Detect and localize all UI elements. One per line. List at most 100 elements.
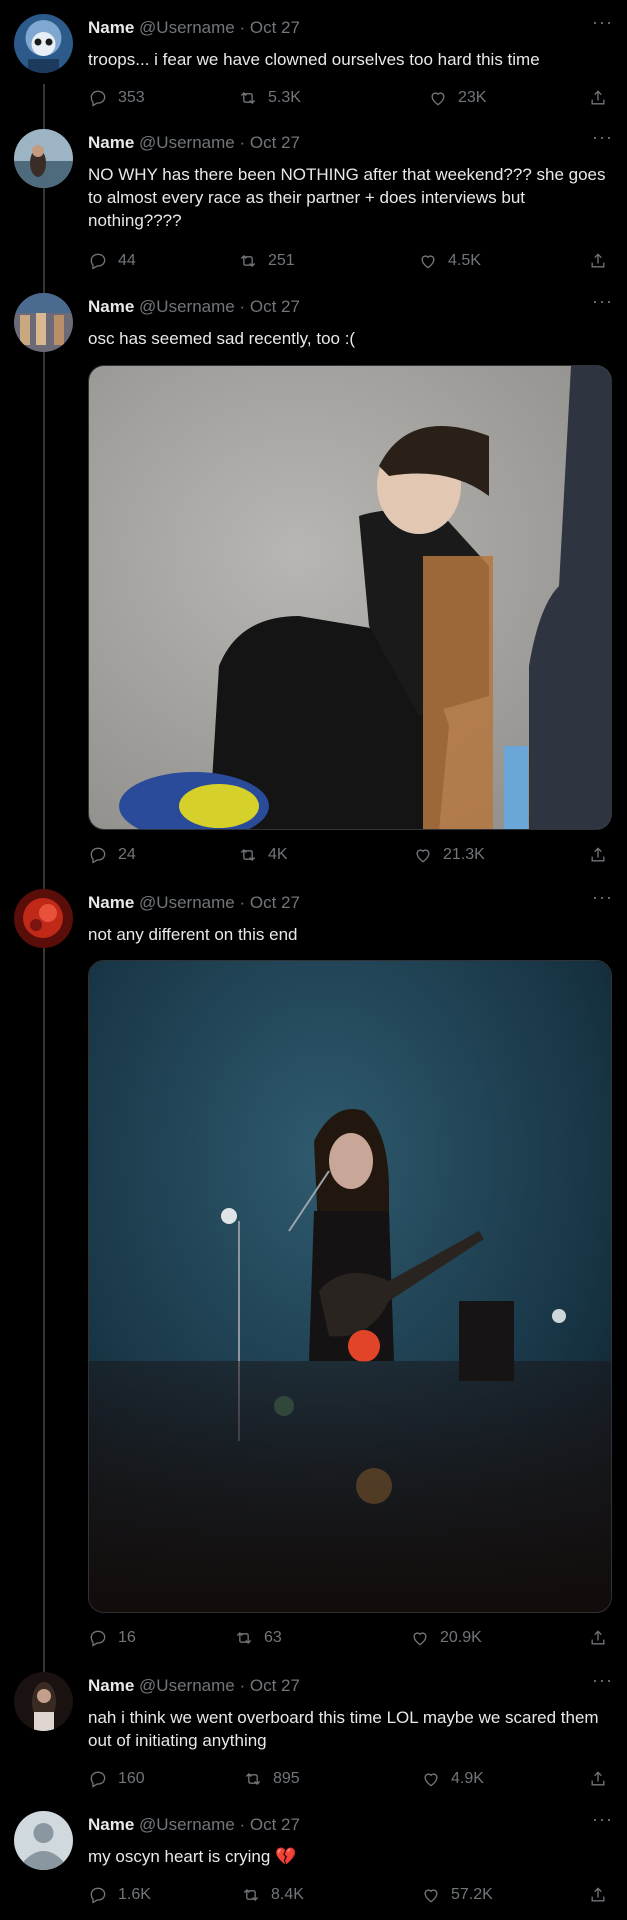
tweet-photo[interactable] bbox=[88, 960, 612, 1613]
retweet-icon bbox=[240, 849, 256, 861]
tweet-header: Name @Username · Oct 27 bbox=[88, 893, 300, 912]
reply-icon bbox=[90, 1630, 106, 1647]
reply-count: 353 bbox=[118, 89, 145, 106]
timestamp[interactable]: Oct 27 bbox=[250, 133, 300, 152]
share-button[interactable] bbox=[588, 1628, 608, 1653]
like-button[interactable]: 4.5K bbox=[418, 251, 481, 271]
retweet-button[interactable]: 63 bbox=[234, 1628, 282, 1648]
like-count: 4.9K bbox=[451, 1770, 484, 1787]
like-button[interactable]: 23K bbox=[428, 88, 486, 108]
share-icon bbox=[591, 90, 605, 105]
reply-icon bbox=[90, 847, 106, 864]
reply-button[interactable]: 24 bbox=[88, 845, 136, 865]
username[interactable]: @Username bbox=[139, 893, 235, 912]
share-icon bbox=[591, 1887, 605, 1902]
reply-count: 16 bbox=[118, 1629, 136, 1646]
share-button[interactable] bbox=[588, 1769, 608, 1794]
retweet-button[interactable]: 5.3K bbox=[238, 88, 301, 108]
username[interactable]: @Username bbox=[139, 133, 235, 152]
tweet-3[interactable]: Name @Username · Oct 27 ··· osc has seem… bbox=[0, 291, 627, 877]
retweet-icon bbox=[236, 1632, 252, 1644]
share-button[interactable] bbox=[588, 88, 608, 113]
username[interactable]: @Username bbox=[139, 1815, 235, 1834]
like-button[interactable]: 21.3K bbox=[413, 845, 485, 865]
like-button[interactable]: 4.9K bbox=[421, 1769, 484, 1789]
retweet-count: 895 bbox=[273, 1770, 300, 1787]
share-icon bbox=[591, 1630, 605, 1645]
reply-count: 44 bbox=[118, 252, 136, 269]
tweet-photo[interactable] bbox=[88, 365, 612, 830]
more-options-icon[interactable]: ··· bbox=[592, 1670, 613, 1691]
display-name[interactable]: Name bbox=[88, 1815, 134, 1834]
reply-button[interactable]: 160 bbox=[88, 1769, 145, 1789]
tweet-4[interactable]: Name @Username · Oct 27 ··· not any diff… bbox=[0, 887, 627, 1653]
timestamp[interactable]: Oct 27 bbox=[250, 1676, 300, 1695]
reply-icon bbox=[90, 90, 106, 107]
timestamp[interactable]: Oct 27 bbox=[250, 297, 300, 316]
tweet-header: Name @Username · Oct 27 bbox=[88, 18, 300, 37]
retweet-count: 8.4K bbox=[271, 1886, 304, 1903]
tweet-text: my oscyn heart is crying 💔 bbox=[88, 1847, 297, 1866]
tweet-text: NO WHY has there been NOTHING after that… bbox=[88, 165, 606, 230]
retweet-count: 63 bbox=[264, 1629, 282, 1646]
retweet-icon bbox=[243, 1889, 259, 1901]
share-button[interactable] bbox=[588, 845, 608, 870]
like-button[interactable]: 57.2K bbox=[421, 1885, 493, 1905]
heart-icon bbox=[431, 92, 445, 106]
retweet-count: 5.3K bbox=[268, 89, 301, 106]
share-button[interactable] bbox=[588, 251, 608, 276]
display-name[interactable]: Name bbox=[88, 133, 134, 152]
like-button[interactable]: 20.9K bbox=[410, 1628, 482, 1648]
display-name[interactable]: Name bbox=[88, 18, 134, 37]
tweet-actions: 1.6K 8.4K 57.2K bbox=[88, 1885, 608, 1909]
timestamp[interactable]: Oct 27 bbox=[250, 1815, 300, 1834]
more-options-icon[interactable]: ··· bbox=[592, 1809, 613, 1830]
retweet-button[interactable]: 8.4K bbox=[241, 1885, 304, 1905]
tweet-text: osc has seemed sad recently, too :( bbox=[88, 329, 356, 348]
tweet-actions: 160 895 4.9K bbox=[88, 1769, 608, 1793]
timestamp[interactable]: Oct 27 bbox=[250, 893, 300, 912]
more-options-icon[interactable]: ··· bbox=[592, 127, 613, 148]
reply-count: 1.6K bbox=[118, 1886, 151, 1903]
reply-button[interactable]: 16 bbox=[88, 1628, 136, 1648]
retweet-button[interactable]: 895 bbox=[243, 1769, 300, 1789]
like-count: 57.2K bbox=[451, 1886, 493, 1903]
share-button[interactable] bbox=[588, 1885, 608, 1910]
tweet-6[interactable]: Name @Username · Oct 27 ··· my oscyn hea… bbox=[0, 1809, 627, 1915]
username[interactable]: @Username bbox=[139, 1676, 235, 1695]
more-options-icon[interactable]: ··· bbox=[592, 291, 613, 312]
reply-button[interactable]: 1.6K bbox=[88, 1885, 151, 1905]
tweet-actions: 44 251 4.5K bbox=[88, 251, 608, 275]
tweet-5[interactable]: Name @Username · Oct 27 ··· nah i think … bbox=[0, 1670, 627, 1796]
display-name[interactable]: Name bbox=[88, 893, 134, 912]
username[interactable]: @Username bbox=[139, 18, 235, 37]
display-name[interactable]: Name bbox=[88, 1676, 134, 1695]
timestamp[interactable]: Oct 27 bbox=[250, 18, 300, 37]
more-options-icon[interactable]: ··· bbox=[592, 12, 613, 33]
reply-count: 160 bbox=[118, 1770, 145, 1787]
avatar[interactable] bbox=[14, 889, 73, 948]
avatar[interactable] bbox=[14, 129, 73, 188]
avatar[interactable] bbox=[14, 14, 73, 73]
retweet-button[interactable]: 4K bbox=[238, 845, 288, 865]
tweet-text: troops... i fear we have clowned ourselv… bbox=[88, 50, 540, 69]
tweet-2[interactable]: Name @Username · Oct 27 ··· NO WHY has t… bbox=[0, 127, 627, 283]
reply-button[interactable]: 44 bbox=[88, 251, 136, 271]
tweet-1[interactable]: Name @Username · Oct 27 ··· troops... i … bbox=[0, 12, 627, 118]
more-options-icon[interactable]: ··· bbox=[592, 887, 613, 908]
broken-heart-emoji: 💔 bbox=[275, 1847, 297, 1866]
reply-icon bbox=[90, 1887, 106, 1904]
default-avatar[interactable] bbox=[14, 1811, 73, 1870]
username[interactable]: @Username bbox=[139, 297, 235, 316]
reply-icon bbox=[90, 1771, 106, 1788]
tweet-header: Name @Username · Oct 27 bbox=[88, 133, 300, 152]
tweet-header: Name @Username · Oct 27 bbox=[88, 1676, 300, 1695]
display-name[interactable]: Name bbox=[88, 297, 134, 316]
avatar[interactable] bbox=[14, 293, 73, 352]
retweet-icon bbox=[240, 255, 256, 267]
retweet-button[interactable]: 251 bbox=[238, 251, 295, 271]
reply-button[interactable]: 353 bbox=[88, 88, 145, 108]
avatar[interactable] bbox=[14, 1672, 73, 1731]
tweet-actions: 353 5.3K 23K bbox=[88, 88, 608, 112]
tweet-header: Name @Username · Oct 27 bbox=[88, 1815, 300, 1834]
